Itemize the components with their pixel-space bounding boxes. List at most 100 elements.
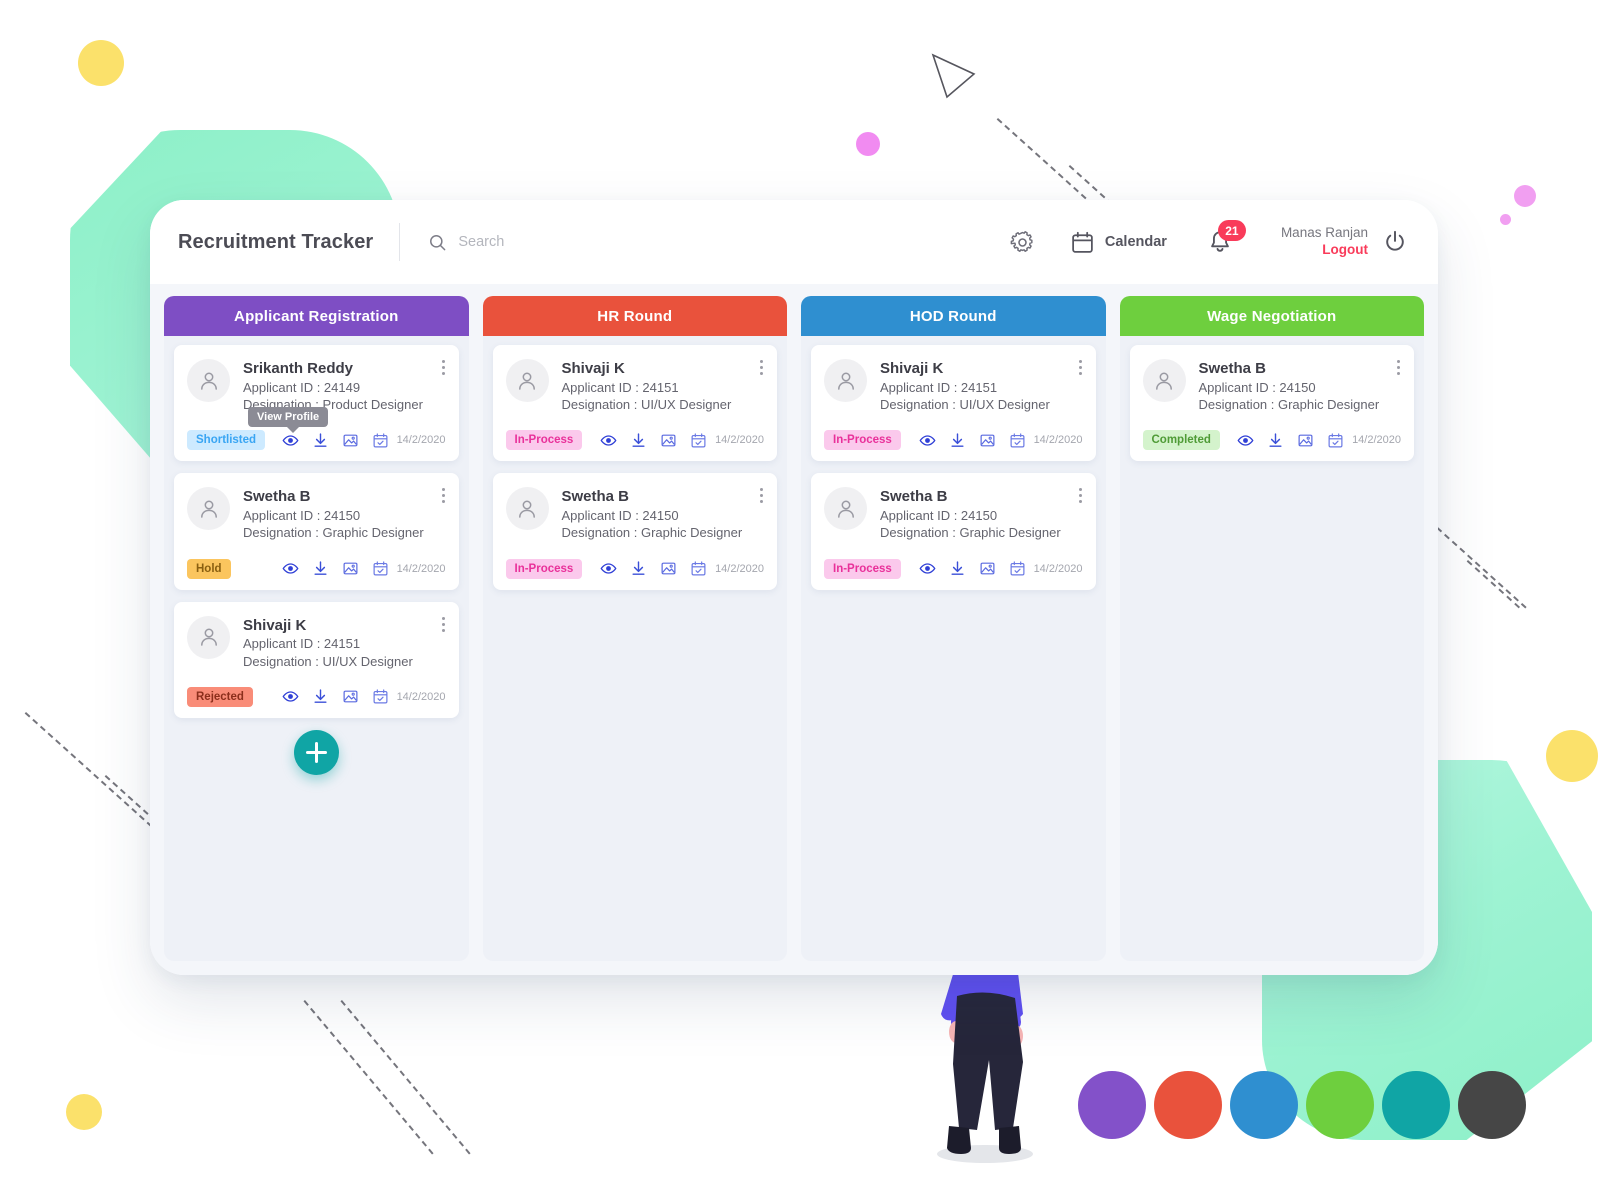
card-info: Shivaji K Applicant ID : 24151 Designation… [562, 359, 765, 413]
column-header: Applicant Registration [164, 296, 469, 336]
download-icon[interactable] [630, 560, 647, 577]
image-icon[interactable] [660, 432, 677, 449]
eye-icon[interactable] [282, 688, 299, 705]
applicant-card[interactable]: Shivaji K Applicant ID : 24151 Designation… [174, 601, 459, 718]
applicant-card[interactable]: Swetha B Applicant ID : 24150 Designation … [174, 473, 459, 590]
applicant-card[interactable]: Shivaji K Applicant ID : 24151 Designation… [811, 345, 1096, 462]
image-icon[interactable] [342, 432, 359, 449]
page-title: Recruitment Tracker [178, 230, 374, 253]
card-action-icons: 14/2/2020 [1237, 432, 1401, 449]
color-swatch[interactable] [1154, 1071, 1222, 1139]
image-icon[interactable] [979, 560, 996, 577]
card-menu-button[interactable] [1077, 486, 1084, 505]
card-applicant-name: Swetha B [243, 488, 311, 506]
image-icon[interactable] [342, 560, 359, 577]
download-icon[interactable] [630, 432, 647, 449]
eye-icon[interactable] [282, 432, 299, 449]
column-body: Srikanth Reddy Applicant ID : 24149 Design… [164, 336, 469, 961]
card-applicant-name: Shivaji K [561, 360, 625, 377]
card-menu-button[interactable] [440, 615, 447, 634]
avatar [187, 487, 230, 531]
card-date: 14/2/2020 [396, 434, 446, 447]
calendar-check-icon[interactable] [1327, 432, 1344, 449]
eye-icon[interactable] [919, 432, 936, 449]
applicant-card[interactable]: Swetha B Applicant ID : 24150 Designation … [811, 473, 1096, 590]
card-designation: Designation : Graphic Designer [243, 525, 424, 541]
calendar-check-icon[interactable] [1009, 560, 1026, 577]
status-badge: In-Process [824, 430, 901, 451]
calendar-check-icon[interactable] [690, 560, 707, 577]
dashed-line-5 [24, 712, 153, 828]
download-icon[interactable] [949, 560, 966, 577]
calendar-check-icon[interactable] [690, 432, 707, 449]
calendar-check-icon[interactable] [372, 432, 389, 449]
card-applicant-name: Shivaji K [243, 616, 307, 634]
download-icon[interactable] [1267, 432, 1284, 449]
card-applicant-id: Applicant ID : 24150 [561, 508, 679, 524]
applicant-card[interactable]: Swetha B Applicant ID : 24150 Designation … [492, 473, 777, 590]
calendar-check-icon[interactable] [1009, 432, 1026, 449]
card-menu-button[interactable] [440, 358, 447, 377]
eye-icon[interactable] [919, 560, 936, 577]
card-applicant-name: Shivaji K [880, 360, 944, 377]
user-menu[interactable]: Manas Ranjan Logout [1281, 225, 1408, 258]
color-swatch[interactable] [1078, 1071, 1146, 1139]
logout-link[interactable]: Logout [1281, 242, 1368, 259]
applicant-card[interactable]: Srikanth Reddy Applicant ID : 24149 Design… [174, 345, 459, 462]
card-menu-button[interactable] [758, 486, 765, 505]
status-badge: In-Process [824, 558, 901, 579]
download-icon[interactable] [312, 688, 329, 705]
card-top: Swetha B Applicant ID : 24150 Designation … [1142, 359, 1402, 413]
calendar-check-icon[interactable] [372, 688, 389, 705]
eye-icon[interactable] [600, 432, 617, 449]
search-input[interactable] [458, 234, 719, 250]
card-action-icons: 14/2/2020 [282, 688, 446, 705]
download-icon[interactable] [312, 560, 329, 577]
card-designation: Designation : Graphic Designer [1198, 397, 1380, 413]
card-top: Shivaji K Applicant ID : 24151 Designation… [824, 359, 1083, 413]
dashed-line-4 [1466, 560, 1521, 609]
color-swatch[interactable] [1458, 1071, 1526, 1139]
applicant-card[interactable]: Swetha B Applicant ID : 24150 Designation … [1129, 345, 1414, 462]
card-footer: In-Process 14/2/2020 [824, 558, 1083, 579]
image-icon[interactable] [1297, 432, 1314, 449]
power-icon[interactable] [1382, 229, 1408, 255]
card-footer: In-Process 14/2/2020 [505, 558, 764, 579]
calendar-check-icon[interactable] [372, 560, 389, 577]
yellow-dot-bottom-left [66, 1094, 102, 1130]
pink-dot-right-small [1500, 214, 1511, 225]
avatar [187, 359, 230, 402]
notifications-button[interactable]: 21 [1207, 220, 1246, 255]
image-icon[interactable] [342, 688, 359, 705]
image-icon[interactable] [979, 432, 996, 449]
download-icon[interactable] [949, 432, 966, 449]
card-applicant-name: Swetha B [880, 488, 948, 506]
search-box[interactable] [428, 233, 1009, 252]
card-info: Srikanth Reddy Applicant ID : 24149 Design… [243, 359, 446, 413]
download-icon[interactable] [312, 432, 329, 449]
card-menu-button[interactable] [1395, 358, 1402, 377]
color-swatch[interactable] [1382, 1071, 1450, 1139]
calendar-button[interactable]: Calendar [1070, 230, 1167, 255]
card-date: 14/2/2020 [715, 434, 764, 447]
card-menu-button[interactable] [758, 358, 765, 377]
add-applicant-button[interactable] [293, 729, 339, 775]
card-date: 14/2/2020 [715, 562, 764, 575]
image-icon[interactable] [660, 560, 677, 577]
card-footer: Hold 14/2/2020 [187, 558, 446, 579]
eye-icon[interactable] [600, 560, 617, 577]
card-menu-button[interactable] [440, 486, 447, 505]
card-info: Swetha B Applicant ID : 24150 Designation … [562, 487, 765, 541]
settings-button[interactable] [1009, 229, 1036, 256]
color-swatch[interactable] [1230, 1071, 1298, 1139]
card-menu-button[interactable] [1077, 358, 1084, 377]
search-icon [430, 234, 446, 250]
color-swatch[interactable] [1306, 1071, 1374, 1139]
card-info: Shivaji K Applicant ID : 24151 Designation… [880, 359, 1083, 413]
eye-icon[interactable] [282, 560, 299, 577]
column-title: HR Round [597, 307, 673, 325]
eye-icon[interactable] [1237, 432, 1254, 449]
applicant-card[interactable]: Shivaji K Applicant ID : 24151 Designation… [492, 345, 777, 462]
app-window: Recruitment Tracker Search Calendar 21 M… [150, 200, 1438, 975]
status-badge: Completed [1142, 430, 1220, 451]
